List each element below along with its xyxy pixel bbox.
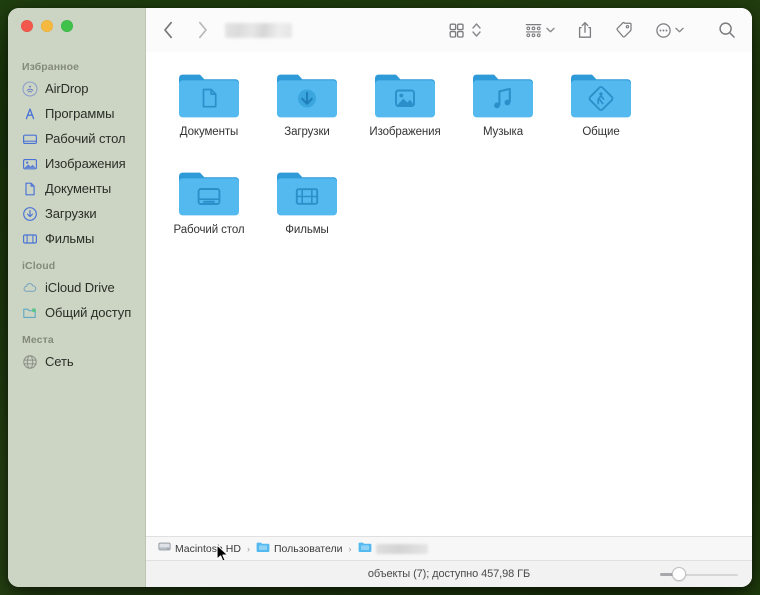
breadcrumb-home-redacted[interactable] (358, 540, 428, 558)
applications-icon (21, 105, 38, 122)
sidebar-item-pictures[interactable]: Изображения (8, 151, 145, 176)
grid-item-movies[interactable]: Фильмы (258, 164, 356, 262)
sidebar-item-icloud-drive[interactable]: iCloud Drive (8, 275, 145, 300)
desktop-icon (21, 130, 38, 147)
sidebar-item-movies[interactable]: Фильмы (8, 226, 145, 251)
icon-size-slider[interactable] (660, 567, 738, 581)
sidebar-section-favorites-title: Избранное (22, 61, 80, 73)
breadcrumb-label: Macintosh HD (175, 542, 241, 555)
grid-item-label: Документы (179, 126, 239, 138)
folder-movies-icon (274, 166, 340, 220)
minimize-button[interactable] (41, 20, 53, 32)
grid-item-documents[interactable]: Документы (160, 66, 258, 164)
sidebar-item-shared[interactable]: Общий доступ (8, 300, 145, 325)
folder-documents-icon (176, 68, 242, 122)
path-bar: Macintosh HD › Пользователи › (146, 536, 752, 562)
chevron-down-icon (675, 27, 684, 33)
window-title-redacted (225, 22, 292, 38)
sidebar-item-documents[interactable]: Документы (8, 176, 145, 201)
downloads-icon (21, 205, 38, 222)
sidebar-item-label: AirDrop (45, 81, 89, 96)
file-grid[interactable]: Документы Загрузки Изображения Музыка Об… (146, 52, 752, 536)
main-pane: Документы Загрузки Изображения Музыка Об… (146, 8, 752, 587)
grid-item-label: Фильмы (285, 224, 329, 236)
sidebar-item-desktop[interactable]: Рабочий стол (8, 126, 145, 151)
grid-item-downloads[interactable]: Загрузки (258, 66, 356, 164)
grid-item-label: Общие (582, 126, 620, 138)
toolbar (146, 8, 752, 52)
pictures-icon (21, 155, 38, 172)
network-icon (21, 353, 38, 370)
sidebar-item-label: Фильмы (45, 231, 95, 246)
share-button[interactable] (577, 17, 593, 43)
breadcrumb-label: Пользователи (273, 542, 343, 555)
breadcrumb-macintosh-hd[interactable]: Macintosh HD (158, 540, 241, 558)
more-actions-button[interactable] (655, 17, 684, 43)
status-text: объекты (7); доступно 457,98 ГБ (367, 568, 531, 580)
movies-icon (21, 230, 38, 247)
sidebar-item-label: Общий доступ (45, 305, 132, 320)
grid-item-label: Загрузки (284, 126, 330, 138)
chevron-down-icon (546, 27, 555, 33)
icon-view-button[interactable] (448, 17, 465, 43)
sidebar-item-network[interactable]: Сеть (8, 349, 145, 374)
forward-button[interactable] (192, 19, 212, 41)
breadcrumb-separator: › (348, 543, 352, 554)
group-by-button[interactable] (524, 17, 555, 43)
sidebar-item-label: iCloud Drive (45, 280, 115, 295)
tag-button[interactable] (615, 17, 633, 43)
documents-icon (21, 180, 38, 197)
sidebar-item-applications[interactable]: Программы (8, 101, 145, 126)
sidebar-item-label: Программы (45, 106, 115, 121)
slider-knob[interactable] (672, 567, 686, 581)
sidebar-item-label: Рабочий стол (45, 131, 126, 146)
grid-item-pictures[interactable]: Изображения (356, 66, 454, 164)
finder-window: Избранное AirDrop Программы Рабочий стол… (8, 8, 752, 587)
folder-pictures-icon (372, 68, 438, 122)
sidebar-section-places-title: Места (22, 334, 54, 346)
folder-desktop-icon (176, 166, 242, 220)
sort-updown-icon[interactable] (471, 17, 482, 43)
folder-icon (358, 540, 372, 558)
shared-folder-icon (21, 304, 38, 321)
sidebar-section-icloud-title: iCloud (22, 260, 56, 272)
folder-music-icon (470, 68, 536, 122)
toolbar-actions (448, 17, 736, 43)
breadcrumb-users[interactable]: Пользователи (256, 540, 343, 558)
back-button[interactable] (158, 19, 178, 41)
sidebar-item-airdrop[interactable]: AirDrop (8, 76, 145, 101)
grid-item-music[interactable]: Музыка (454, 66, 552, 164)
breadcrumb-separator: › (246, 543, 250, 554)
grid-item-public[interactable]: Общие (552, 66, 650, 164)
folder-public-icon (568, 68, 634, 122)
grid-item-label: Изображения (369, 126, 441, 138)
close-button[interactable] (21, 20, 33, 32)
navigation-buttons (158, 19, 212, 41)
folder-icon (256, 540, 270, 558)
sidebar-item-label: Сеть (45, 354, 74, 369)
sidebar-item-label: Загрузки (45, 206, 97, 221)
status-bar: объекты (7); доступно 457,98 ГБ (146, 560, 752, 587)
sidebar: Избранное AirDrop Программы Рабочий стол… (8, 8, 146, 587)
harddisk-icon (158, 540, 171, 558)
maximize-button[interactable] (61, 20, 73, 32)
search-button[interactable] (718, 17, 736, 43)
airdrop-icon (21, 80, 38, 97)
slider-track (677, 573, 738, 576)
breadcrumb-label-redacted (375, 543, 428, 554)
grid-item-label: Рабочий стол (173, 224, 245, 236)
grid-item-desktop[interactable]: Рабочий стол (160, 164, 258, 262)
window-controls (21, 20, 73, 32)
sidebar-item-downloads[interactable]: Загрузки (8, 201, 145, 226)
grid-item-label: Музыка (482, 126, 524, 138)
icloud-drive-icon (21, 279, 38, 296)
sidebar-item-label: Документы (45, 181, 112, 196)
folder-downloads-icon (274, 68, 340, 122)
sidebar-item-label: Изображения (45, 156, 126, 171)
